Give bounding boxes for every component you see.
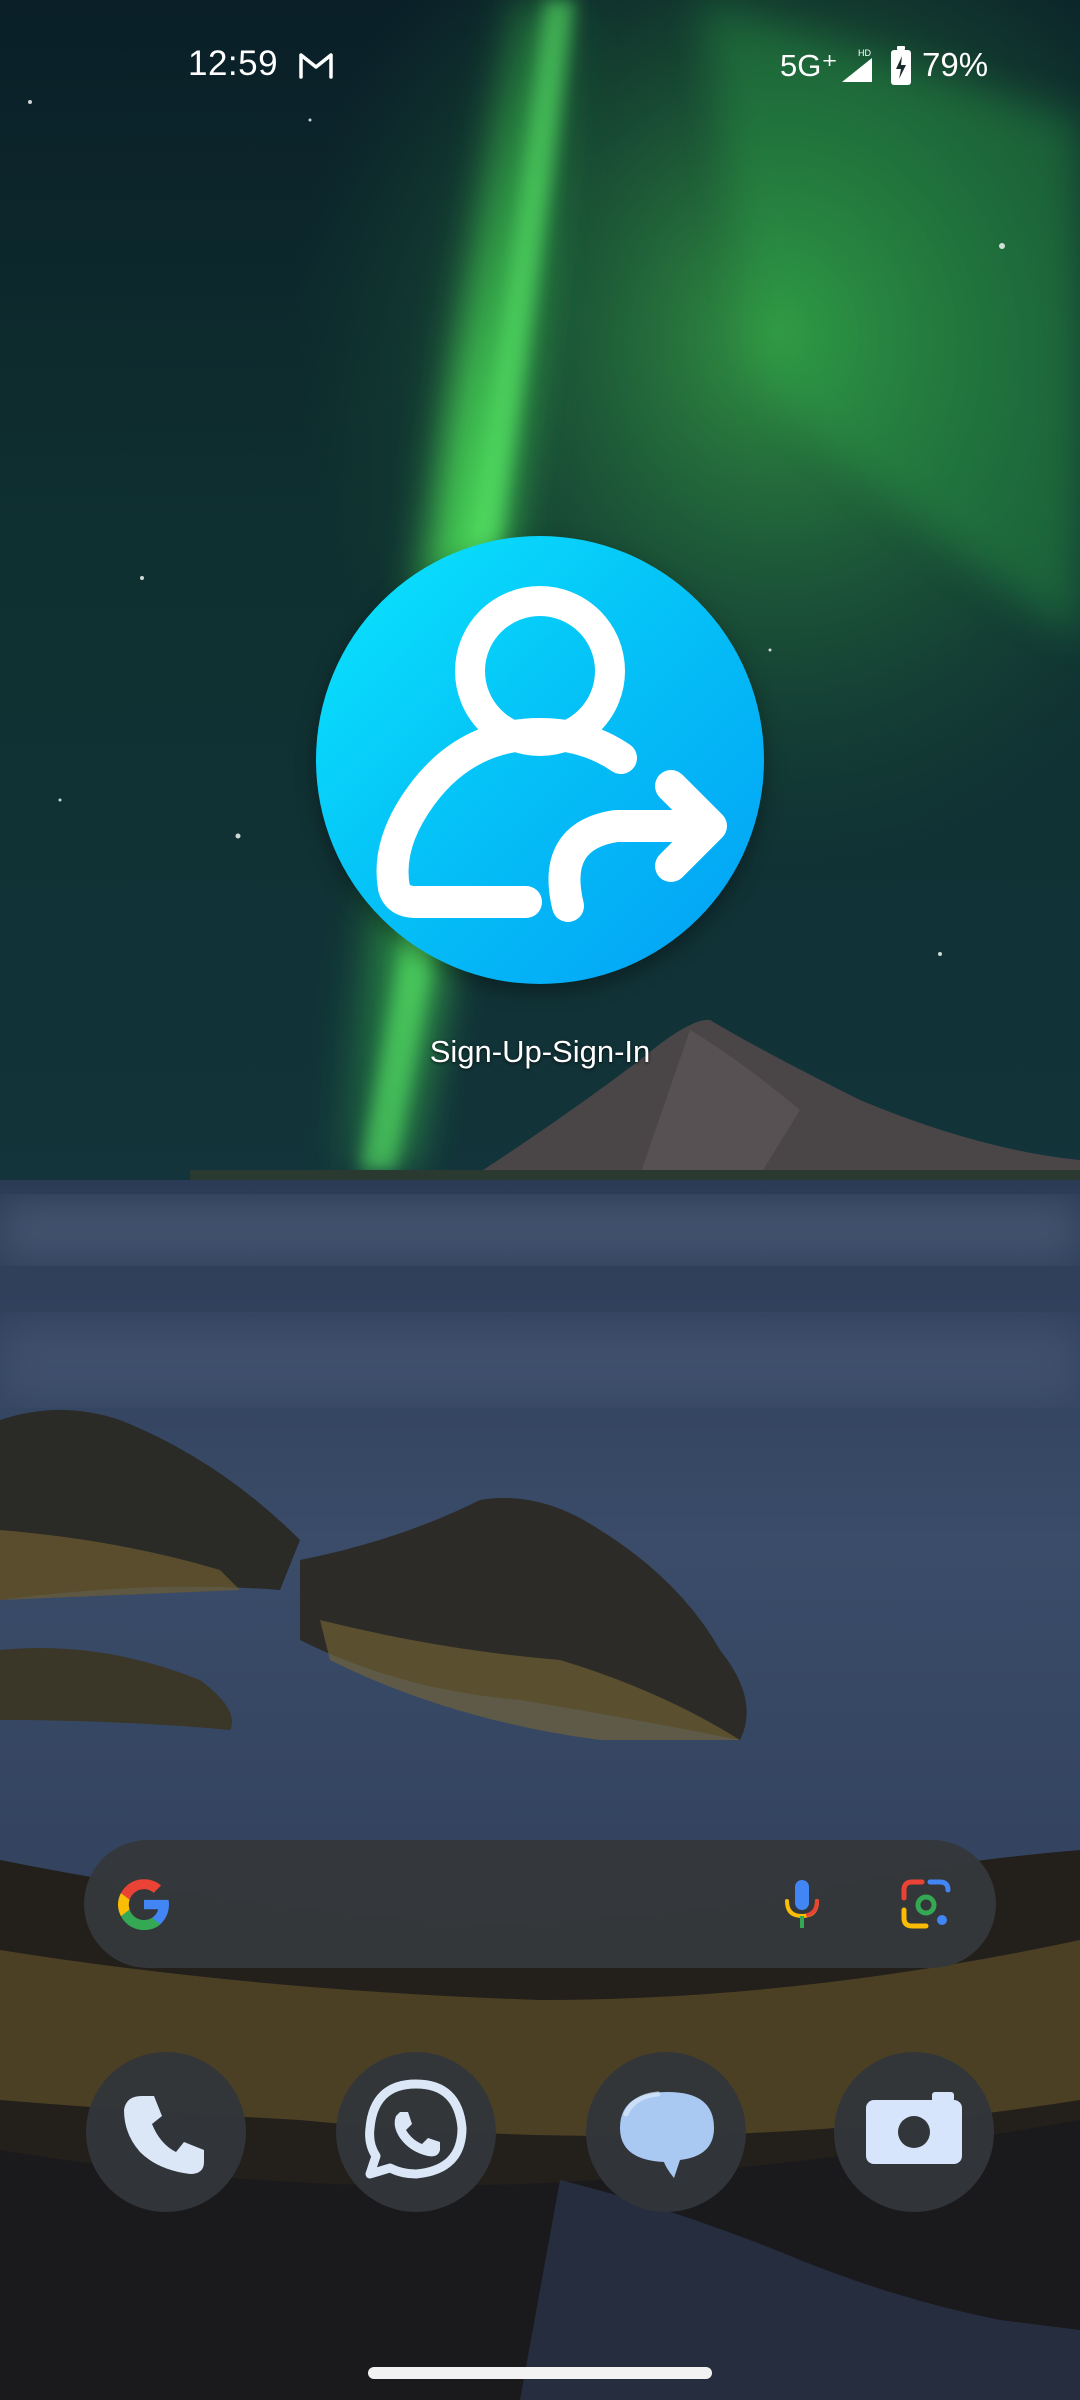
home-screen: 12:59 5G⁺ HD 79% Sign-Up-Sign-In: [0, 0, 1080, 2400]
status-time: 12:59: [188, 44, 279, 83]
dock-messages-button[interactable]: [586, 2052, 746, 2212]
dock-whatsapp-button[interactable]: [336, 2052, 496, 2212]
google-lens-icon[interactable]: [896, 1874, 956, 1934]
messages-icon: [620, 2091, 714, 2178]
battery-charging-icon: [891, 46, 911, 85]
dock-phone-button[interactable]: [86, 2052, 246, 2212]
phone-icon: [124, 2096, 204, 2174]
network-type: 5G⁺: [780, 48, 838, 83]
app-label[interactable]: Sign-Up-Sign-In: [340, 1034, 740, 1070]
google-search-bar[interactable]: [84, 1840, 996, 1968]
signal-icon: HD: [842, 48, 872, 82]
signal-hd-badge: HD: [858, 48, 871, 58]
gesture-nav-handle[interactable]: [368, 2367, 712, 2379]
google-g-icon: [118, 1879, 169, 1930]
dock-camera-button[interactable]: [834, 2052, 994, 2212]
sign-up-sign-in-app-icon[interactable]: [316, 536, 764, 984]
battery-percent: 79%: [922, 46, 989, 83]
whatsapp-icon: [365, 2079, 467, 2179]
user-arrow-icon: [376, 586, 727, 922]
status-bar: 12:59 5G⁺ HD 79%: [0, 0, 1080, 135]
camera-icon: [866, 2092, 962, 2164]
wallpaper: [0, 0, 1080, 2400]
microphone-icon[interactable]: [772, 1874, 832, 1934]
gmail-icon: [299, 53, 333, 79]
